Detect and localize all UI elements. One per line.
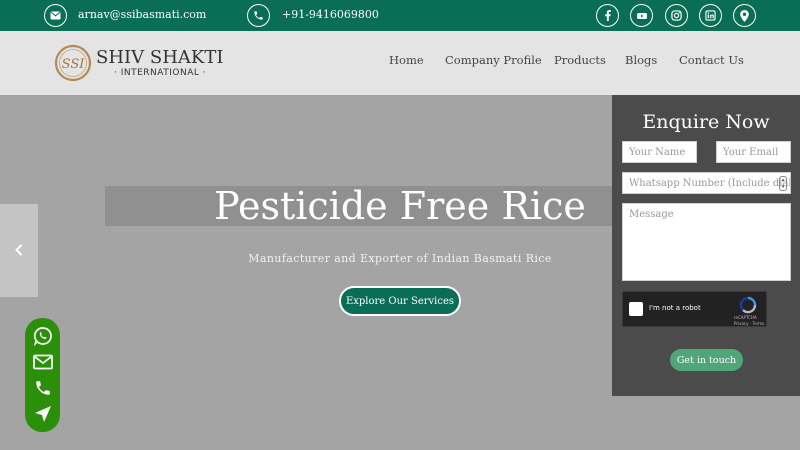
nav-blogs[interactable]: Blogs [625,53,657,67]
youtube-icon[interactable] [630,4,653,27]
mail-icon[interactable] [44,4,67,27]
message-field[interactable]: Message [622,203,791,281]
hero-subtitle: Manufacturer and Exporter of Indian Basm… [248,252,552,265]
name-field[interactable]: Your Name [622,141,697,163]
recaptcha-links[interactable]: Privacy - Terms [734,321,764,326]
number-spinner-icon[interactable]: ▴ ▾ [779,176,787,191]
phone-link[interactable]: +91-9416069800 [282,8,379,22]
navigate-icon[interactable] [31,402,54,425]
whatsapp-field[interactable]: Whatsapp Number (Include dialling code) … [622,172,791,194]
chevron-left-icon [15,241,23,260]
nav-company-profile[interactable]: Company Profile [445,53,542,67]
site-header: SSI SHIV SHAKTI · INTERNATIONAL · Home C… [0,31,800,95]
recaptcha-widget[interactable]: I'm not a robot reCAPTCHA Privacy - Term… [622,291,767,327]
instagram-icon[interactable] [665,4,688,27]
facebook-icon[interactable] [596,4,619,27]
svg-text:SSI: SSI [62,57,86,72]
slider-prev-button[interactable] [0,204,38,297]
location-icon[interactable] [733,4,756,27]
brand-tagline: · INTERNATIONAL · [114,68,207,78]
brand-name[interactable]: SHIV SHAKTI [96,47,223,69]
nav-home[interactable]: Home [389,53,424,67]
logo-icon[interactable]: SSI [54,44,92,82]
enquiry-title: Enquire Now [642,111,770,133]
recaptcha-label: I'm not a robot [649,304,701,312]
linkedin-icon[interactable] [699,4,722,27]
floating-contact-bar [25,318,60,432]
mail-icon[interactable] [31,350,54,373]
nav-products[interactable]: Products [554,53,606,67]
phone-icon[interactable] [247,4,270,27]
whatsapp-icon[interactable] [31,324,54,347]
email-field[interactable]: Your Email [716,141,791,163]
hero-title: Pesticide Free Rice [214,184,586,228]
phone-icon[interactable] [31,376,54,399]
recaptcha-checkbox[interactable] [629,302,643,316]
email-link[interactable]: arnav@ssibasmati.com [78,8,206,22]
get-in-touch-button[interactable]: Get in touch [670,349,743,371]
top-bar: arnav@ssibasmati.com +91-9416069800 [0,0,800,31]
explore-services-button[interactable]: Explore Our Services [339,286,461,316]
whatsapp-placeholder: Whatsapp Number (Include dialling code) [629,177,791,189]
nav-contact-us[interactable]: Contact Us [679,53,744,67]
recaptcha-brand: reCAPTCHA [734,315,757,320]
